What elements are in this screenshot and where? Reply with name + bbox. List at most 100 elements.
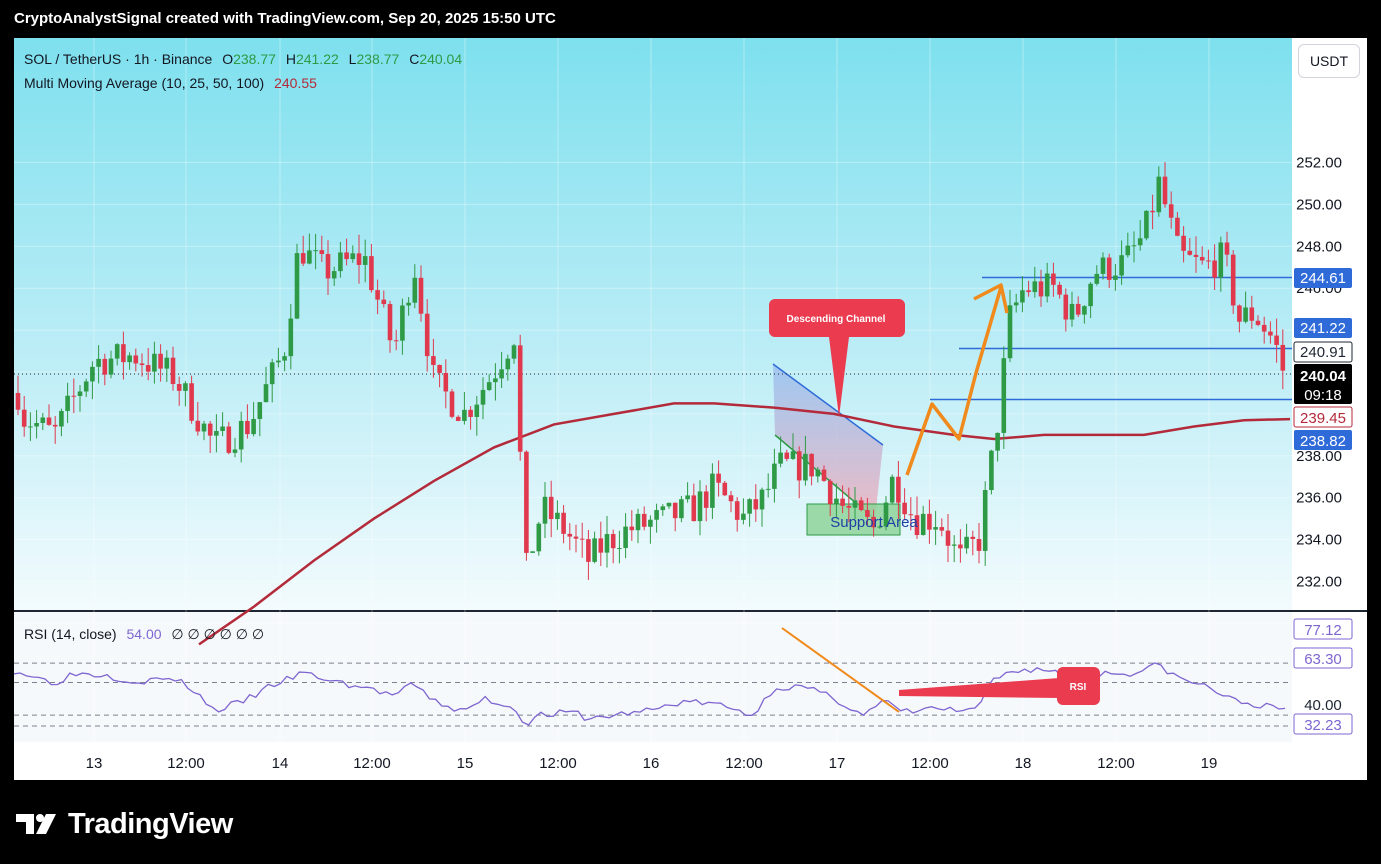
candle-body	[145, 365, 151, 372]
candle-body	[455, 416, 461, 421]
candle-body	[691, 495, 697, 522]
candle-body	[1193, 254, 1199, 257]
candle-body	[251, 418, 256, 435]
candle-body	[586, 539, 591, 562]
candle-body	[592, 538, 597, 562]
candle-body	[344, 252, 349, 260]
rsi-badge-lower: 32.23	[1293, 713, 1353, 735]
candle-body	[424, 313, 430, 357]
candle-body	[1094, 273, 1100, 284]
candle-body	[65, 395, 70, 411]
candle-body	[536, 523, 542, 552]
candle-body	[728, 495, 734, 502]
candle-body	[1051, 273, 1056, 285]
candle-body	[1268, 331, 1273, 336]
candle-body	[486, 382, 492, 390]
price-chart[interactable]: Descending Channel Support Area RSI 230.…	[14, 38, 1367, 780]
candle-body	[319, 250, 325, 254]
time-tick-label: 12:00	[1097, 755, 1135, 772]
candle-body	[951, 544, 957, 546]
currency-button-label: USDT	[1309, 53, 1349, 69]
candle-body	[1187, 250, 1193, 255]
rsi-callout-label: RSI	[1070, 682, 1087, 693]
time-tick-label: 12:00	[539, 755, 577, 772]
candle-body	[784, 452, 790, 459]
candle-body	[778, 452, 783, 464]
candle-body	[548, 496, 554, 520]
candle-body	[152, 353, 157, 372]
candle-body	[1113, 275, 1118, 280]
candle-body	[1274, 335, 1279, 345]
candle-body	[945, 530, 951, 546]
candle-body	[821, 469, 827, 481]
candle-body	[437, 364, 442, 373]
candle-body	[716, 473, 721, 483]
candle-body	[734, 501, 740, 520]
candle-body	[462, 409, 467, 421]
candle-body	[369, 256, 374, 291]
candle-body	[183, 383, 188, 391]
time-tick-label: 15	[457, 755, 474, 772]
candle-body	[635, 513, 641, 531]
svg-text:09:18: 09:18	[1304, 387, 1342, 404]
chart-caption: CryptoAnalystSignal created with Trading…	[14, 10, 556, 27]
candle-body	[294, 253, 300, 319]
candle-body	[927, 513, 932, 530]
candle-body	[1199, 256, 1205, 261]
candle-body	[579, 538, 585, 540]
svg-text:239.45: 239.45	[1300, 410, 1346, 427]
candle-body	[1001, 358, 1007, 433]
candle-body	[381, 299, 387, 305]
rsi-axis-40: 40.00	[1304, 697, 1342, 714]
candle-body	[685, 495, 690, 500]
candle-body	[1249, 307, 1255, 321]
candle-body	[102, 358, 108, 375]
candle-body	[846, 505, 852, 508]
candle-body	[505, 358, 511, 370]
descending-channel-label: Descending Channel	[787, 314, 886, 325]
candle-body	[623, 526, 628, 549]
close-value: 240.04	[419, 51, 463, 67]
candle-body	[201, 423, 207, 432]
svg-text:32.23: 32.23	[1304, 717, 1342, 734]
ma-legend-label: Multi Moving Average (10, 25, 50, 100)	[24, 75, 265, 91]
candle-body	[958, 544, 963, 549]
candle-body	[858, 500, 864, 511]
candle-body	[809, 453, 814, 477]
rsi-badge-mid: 63.30	[1293, 647, 1353, 669]
ma-legend-value: 240.55	[274, 75, 317, 91]
candle-body	[1206, 260, 1211, 262]
candle-body	[108, 358, 114, 375]
candle-body	[1026, 290, 1031, 293]
time-tick-label: 13	[86, 755, 103, 772]
tradingview-logo-icon	[16, 814, 56, 834]
candle-body	[158, 353, 163, 369]
rsi-legend[interactable]: RSI (14, close) 54.00 ∅ ∅ ∅ ∅ ∅ ∅	[24, 626, 264, 643]
candle-body	[933, 527, 938, 530]
candle-body	[939, 527, 945, 531]
candle-body	[741, 513, 746, 520]
candle-body	[269, 362, 275, 385]
candle-body	[1144, 210, 1149, 239]
ma-legend[interactable]: Multi Moving Average (10, 25, 50, 100) 2…	[24, 75, 317, 91]
candle-body	[133, 355, 139, 364]
currency-button[interactable]: USDT	[1298, 44, 1360, 78]
candle-body	[139, 363, 145, 366]
symbol-legend[interactable]: SOL / TetherUS · 1h · Binance O238.77 H2…	[24, 51, 462, 67]
candle-body	[387, 304, 393, 341]
candle-body	[840, 498, 845, 506]
candle-body	[1181, 235, 1186, 251]
candle-body	[28, 426, 33, 428]
candle-body	[338, 252, 343, 272]
candle-body	[790, 451, 796, 459]
candle-body	[796, 451, 802, 481]
candle-body	[530, 551, 535, 553]
candle-body	[567, 533, 573, 537]
svg-text:244.61: 244.61	[1300, 270, 1346, 287]
svg-text:77.12: 77.12	[1304, 622, 1342, 639]
svg-text:240.91: 240.91	[1300, 344, 1346, 361]
candle-body	[1020, 290, 1025, 303]
price-tick-label: 252.00	[1296, 155, 1342, 172]
candle-body	[1156, 176, 1162, 213]
badge-support: 238.82	[1294, 430, 1352, 450]
